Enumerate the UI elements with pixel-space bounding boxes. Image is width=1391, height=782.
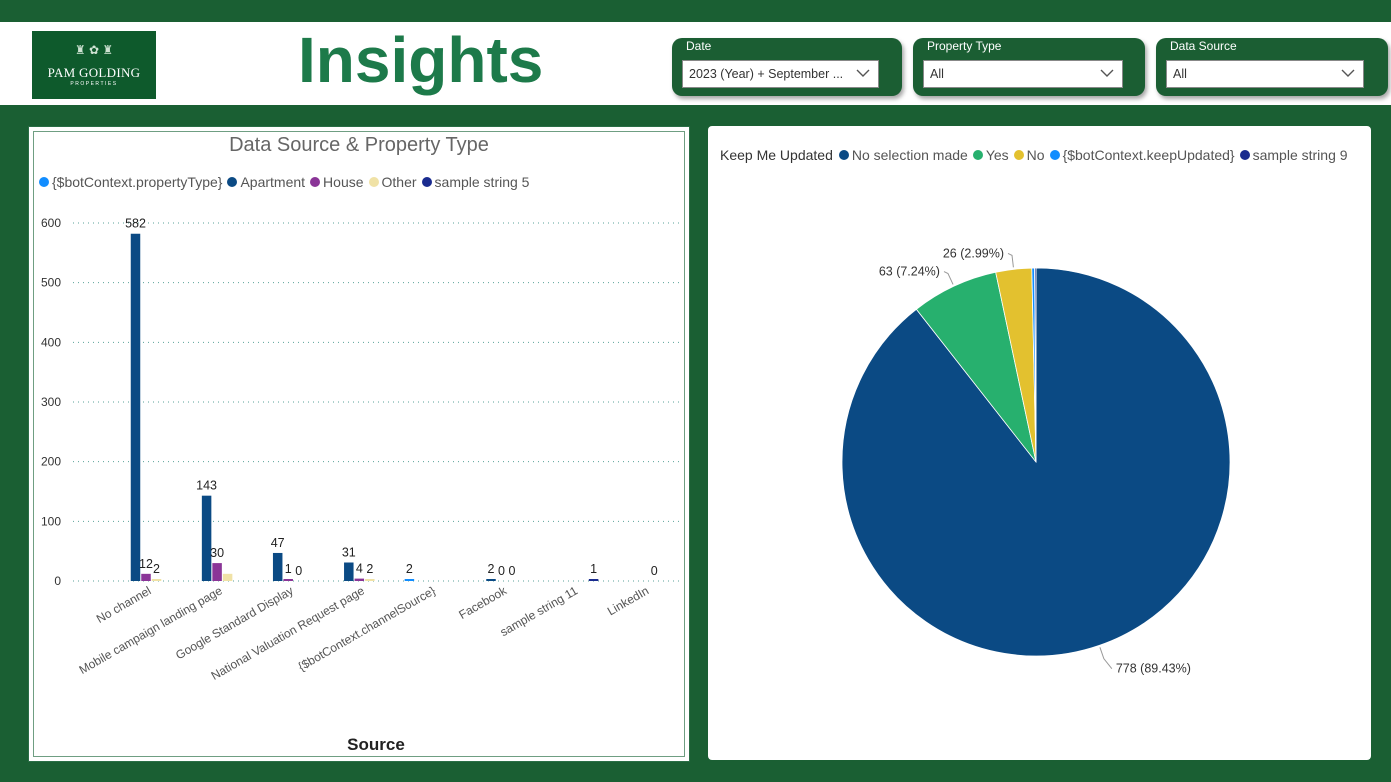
y-tick-label: 200 [41,455,61,469]
bar-other[interactable] [222,573,233,581]
x-tick-label: {$botContext.channelSource} [296,583,438,673]
data-label: 2 [153,562,160,576]
bar-house[interactable] [141,573,151,581]
leader-line [1099,647,1113,669]
bar-house[interactable] [283,579,293,581]
date-dropdown[interactable]: 2023 (Year) + September ... [682,60,879,88]
bar-sample-string-5[interactable] [588,579,599,581]
data-label: 30 [210,546,224,560]
chevron-down-icon[interactable] [1098,65,1116,81]
x-tick-label: Facebook [456,583,510,622]
logo-subtitle: PROPERTIES [70,81,118,87]
pie-chart-panel: Keep Me Updated No selection made Yes No {$… [708,126,1371,760]
bar-house[interactable] [354,578,365,581]
bar-other[interactable] [151,579,162,581]
x-tick-label: Google Standard Display [173,583,296,662]
data-label: 0 [651,564,658,578]
property-type-slicer-label: Property Type [927,39,1002,53]
bar-apartment[interactable] [272,552,283,581]
bar-other[interactable] [365,579,375,581]
data-label: 143 [196,479,217,493]
bar-chart: 0100200300400500600 58212 2No channel14330… [41,216,681,754]
y-tick-label: 600 [41,216,61,230]
y-tick-label: 400 [41,335,61,349]
chevron-down-icon[interactable] [1339,65,1357,81]
data-label: 0 [295,564,302,578]
data-source-dropdown-value: All [1173,67,1187,81]
pie-data-label: 778 (89.43%) [1116,662,1191,676]
crest-icon: ♜ ✿ ♜ [74,43,114,57]
date-dropdown-value: 2023 (Year) + September ... [689,67,844,81]
bar-botcontext-propertytype[interactable] [404,579,415,581]
x-tick-label: Mobile campaign landing page [77,583,225,677]
y-tick-label: 300 [41,395,61,409]
bar-chart-panel: Data Source & Property Type {$botContext… [28,126,690,762]
bar-apartment[interactable] [344,562,354,581]
data-label: 0 [498,564,505,578]
chevron-down-icon[interactable] [854,65,872,81]
bar-apartment[interactable] [201,495,212,581]
data-label: 2 [488,562,495,576]
x-tick-label: No channel [94,583,154,625]
data-label: 47 [271,536,285,550]
data-label: 12 [139,557,153,571]
date-slicer-label: Date [686,39,712,53]
page-title: Insights [298,24,544,96]
pie-data-label: 63 (7.24%) [879,265,940,279]
property-type-dropdown-value: All [930,67,944,81]
pie-chart: 778 (89.43%) 63 (7.24%)26 (2.99%) [841,246,1231,676]
bar-apartment[interactable] [130,233,141,581]
x-axis-title: Source [347,735,405,754]
leader-line [1007,252,1014,268]
data-label: 0 [509,564,516,578]
logo-name: PAM GOLDING [47,65,141,80]
pie-data-label: 26 (2.99%) [943,246,1004,260]
data-source-slicer[interactable]: Data Source All [1156,38,1388,96]
data-source-slicer-label: Data Source [1170,39,1237,53]
x-tick-label: sample string 11 [498,583,581,639]
data-source-dropdown[interactable]: All [1166,60,1364,88]
bar-apartment[interactable] [486,579,496,581]
property-type-dropdown[interactable]: All [923,60,1123,88]
property-type-slicer[interactable]: Property Type All [913,38,1145,96]
y-tick-label: 0 [54,574,61,588]
data-label: 4 [356,562,363,576]
y-tick-label: 100 [41,514,61,528]
data-label: 31 [342,546,356,560]
leader-line [943,271,954,285]
data-label: 1 [590,562,597,576]
y-tick-label: 500 [41,276,61,290]
data-label: 1 [285,562,292,576]
data-label: 2 [406,562,413,576]
company-logo: ♜ ✿ ♜ PAM GOLDING PROPERTIES [32,31,156,99]
date-slicer[interactable]: Date 2023 (Year) + September ... [672,38,902,96]
data-label: 582 [125,217,146,231]
data-label: 2 [366,562,373,576]
x-tick-label: LinkedIn [605,583,651,618]
bar-house[interactable] [212,563,222,581]
